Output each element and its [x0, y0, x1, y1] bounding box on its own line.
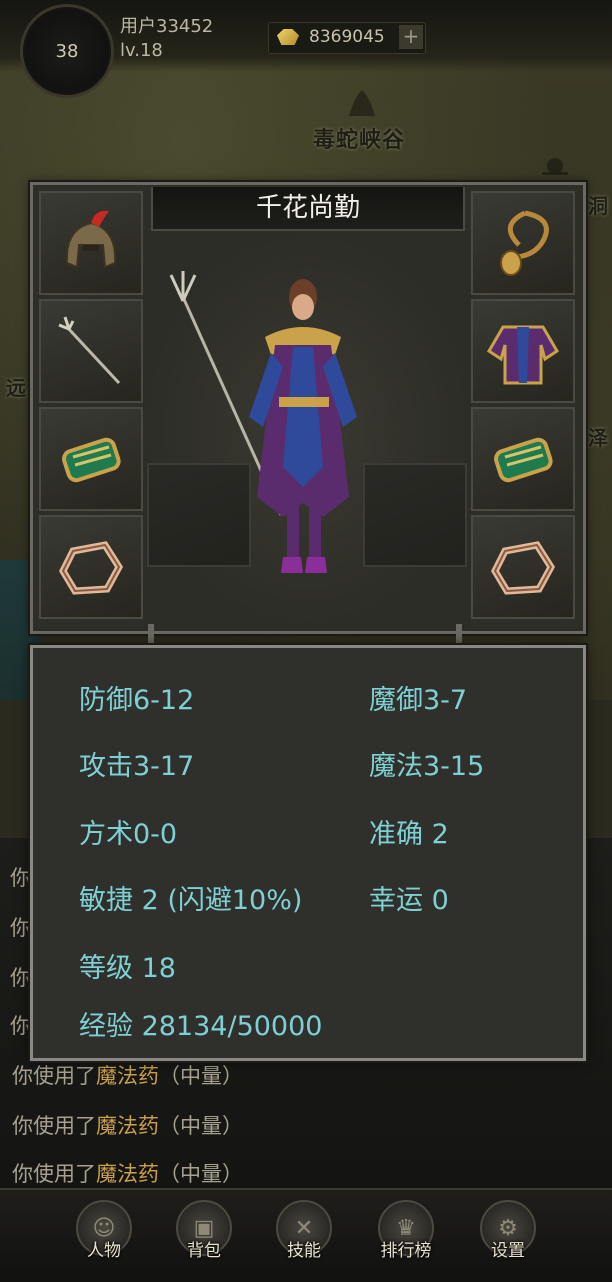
chat-text: （中量）	[159, 1114, 243, 1138]
stat-experience: 经验 28134/50000	[79, 1011, 323, 1042]
bracer-left-slot[interactable]	[39, 407, 143, 511]
chat-line-partial: 你	[10, 1014, 31, 1038]
equipment-panel: 千花尚勤	[30, 182, 586, 634]
player-level-value: 38	[55, 40, 79, 62]
stat-attack: 攻击3-17	[79, 751, 195, 782]
chat-item-name: 魔法药	[96, 1114, 159, 1138]
helmet-slot[interactable]	[39, 191, 143, 295]
character-name: 千花尚勤	[151, 187, 465, 231]
stat-defense: 防御6-12	[79, 685, 195, 716]
player-name: 用户33452	[120, 16, 214, 37]
player-level-badge[interactable]: 38	[20, 4, 114, 98]
ring-icon	[59, 541, 124, 595]
stat-agility: 敏捷 2 (闪避10%)	[79, 885, 303, 916]
ring-icon	[491, 541, 556, 595]
nav-label: 人物	[87, 1241, 121, 1261]
helmet-icon	[65, 210, 117, 269]
character-preview-area	[143, 231, 471, 627]
chat-text: 你使用了	[12, 1114, 96, 1138]
nav-leaderboard[interactable]: ♛ 排行榜	[366, 1200, 446, 1278]
nav-label: 设置	[491, 1241, 525, 1261]
bracer-icon	[494, 437, 553, 483]
character-figure	[169, 271, 357, 573]
gold-ingot-icon	[277, 29, 299, 45]
top-status-bar: 38 用户33452 lv.18 8369045 +	[0, 0, 612, 98]
chat-text: （中量）	[159, 1064, 243, 1088]
chat-line: 你使用了魔法药（中量）	[12, 1158, 243, 1188]
gold-counter: 8369045 +	[268, 22, 426, 54]
weapon-slot[interactable]	[39, 299, 143, 403]
necklace-slot[interactable]	[471, 191, 575, 295]
ring-left-slot[interactable]	[39, 515, 143, 619]
chat-text: 你使用了	[12, 1064, 96, 1088]
stat-luck: 幸运 0	[369, 885, 449, 916]
armor-slot[interactable]	[471, 299, 575, 403]
stat-magic-defense: 魔御3-7	[369, 685, 468, 716]
bracer-icon	[62, 437, 121, 483]
stats-panel: 防御6-12 魔御3-7 攻击3-17 魔法3-15 方术0-0 准确 2 敏捷…	[30, 645, 586, 1061]
chat-line-partial: 你	[10, 966, 31, 990]
gold-amount: 8369045	[309, 27, 385, 47]
robe-icon	[486, 325, 560, 385]
skull-icon	[542, 158, 568, 175]
map-edge-label-left: 远	[6, 376, 27, 400]
stat-taoism: 方术0-0	[79, 819, 178, 850]
nav-label: 背包	[187, 1241, 221, 1261]
nav-backpack[interactable]: ▣ 背包	[164, 1200, 244, 1278]
bracer-right-slot[interactable]	[471, 407, 575, 511]
nav-settings[interactable]: ⚙ 设置	[468, 1200, 548, 1278]
stat-magic: 魔法3-15	[369, 751, 485, 782]
nav-character[interactable]: ☺ 人物	[64, 1200, 144, 1278]
map-edge-label-right-top: 洞	[588, 194, 609, 218]
chat-line: 你使用了魔法药（中量）	[12, 1060, 243, 1090]
stat-level: 等级 18	[79, 953, 176, 984]
chat-line-partial: 你	[10, 916, 31, 940]
necklace-icon	[500, 210, 549, 276]
chat-item-name: 魔法药	[96, 1064, 159, 1088]
nav-label: 排行榜	[380, 1241, 432, 1261]
chat-line: 你使用了魔法药（中量）	[12, 1110, 243, 1140]
chat-text: 你使用了	[12, 1162, 96, 1186]
map-edge-label-right: 泽	[588, 426, 609, 450]
ring-right-slot[interactable]	[471, 515, 575, 619]
trident-icon	[58, 316, 121, 385]
map-location-label: 毒蛇峡谷	[313, 127, 406, 153]
stat-accuracy: 准确 2	[369, 819, 449, 850]
add-gold-button[interactable]: +	[399, 25, 423, 49]
nav-label: 技能	[287, 1241, 321, 1261]
chat-item-name: 魔法药	[96, 1162, 159, 1186]
bottom-navigation: ☺ 人物 ▣ 背包 ✕ 技能 ♛ 排行榜 ⚙ 设置	[0, 1188, 612, 1282]
chat-text: （中量）	[159, 1162, 243, 1186]
player-level-text: lv.18	[120, 40, 163, 61]
chat-line-partial: 你	[10, 866, 31, 890]
nav-skills[interactable]: ✕ 技能	[264, 1200, 344, 1278]
map-landmark-icon	[349, 90, 375, 116]
